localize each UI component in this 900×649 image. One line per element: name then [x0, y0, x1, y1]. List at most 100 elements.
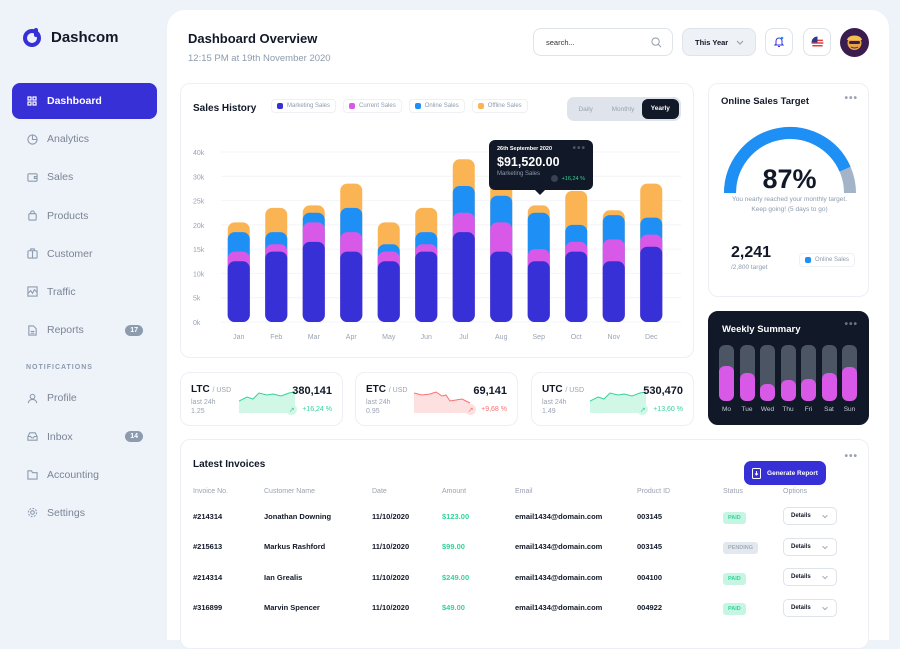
weekly-bar-wed[interactable]	[760, 384, 775, 401]
more-icon[interactable]: •••	[844, 320, 858, 330]
details-label: Details	[791, 513, 811, 520]
online-sales-target-card: Online Sales Target ••• 87% You nearly r…	[708, 83, 869, 297]
details-dropdown[interactable]: Details	[783, 568, 837, 587]
bar-marketing-sales-aug[interactable]	[490, 251, 513, 322]
sidebar-item-traffic[interactable]: Traffic	[12, 274, 157, 310]
bar-marketing-sales-sep[interactable]	[527, 261, 550, 322]
bar-marketing-sales-feb[interactable]	[265, 251, 288, 322]
y-tick-label: 0k	[193, 320, 201, 327]
weekly-bar-fri[interactable]	[801, 378, 816, 401]
target-value: 2,241	[731, 244, 772, 261]
sidebar-item-analytics[interactable]: Analytics	[12, 121, 157, 157]
target-percent: 87%	[762, 164, 817, 194]
sidebar: Dashcom Dashboard Analytics Sales Produc…	[0, 0, 168, 628]
table-row[interactable]: #316899 Marvin Spencer 11/10/2020 $49.00…	[193, 593, 853, 624]
ticker-period: last 24h	[366, 399, 391, 406]
weekly-bar-track	[842, 345, 857, 401]
y-tick-label: 10k	[193, 271, 205, 278]
generate-report-button[interactable]: Generate Report	[744, 461, 826, 485]
customer-name: Marvin Spencer	[264, 603, 320, 613]
document-icon	[26, 324, 38, 336]
bar-marketing-sales-jul[interactable]	[452, 232, 475, 322]
invoice-date: 11/10/2020	[372, 572, 410, 582]
column-header[interactable]: Customer Name	[264, 481, 372, 501]
tooltip-change-value: +16,24 %	[561, 175, 585, 182]
y-tick-label: 20k	[193, 223, 205, 230]
more-icon[interactable]: •••	[844, 452, 858, 462]
weekly-bar-sun[interactable]	[842, 367, 857, 401]
ticker-change: ↗ +16,24 %	[286, 404, 332, 415]
sidebar-item-profile[interactable]: Profile	[12, 380, 157, 416]
search-input[interactable]: search...	[533, 28, 673, 56]
details-dropdown[interactable]: Details	[783, 537, 837, 556]
sidebar-item-customer[interactable]: Customer	[12, 236, 157, 272]
main-panel: Dashboard Overview 12:15 PM at 19th Nove…	[167, 10, 889, 649]
weekly-bar-track	[801, 345, 816, 401]
bar-marketing-sales-may[interactable]	[377, 261, 400, 322]
table-row[interactable]: #214314 Ian Grealis 11/10/2020 $249.00 e…	[193, 562, 853, 593]
weekly-title: Weekly Summary	[722, 324, 801, 335]
invoices-table: Invoice No. Customer Name Date Amount Email P…	[193, 481, 853, 623]
sidebar-item-settings[interactable]: Settings	[12, 495, 157, 531]
bar-marketing-sales-nov[interactable]	[602, 261, 625, 322]
weekly-bar-track	[821, 345, 837, 401]
ticker-rate: 0.95	[366, 408, 380, 415]
invoice-date: 11/10/2020	[372, 511, 410, 521]
table-row[interactable]: #214314 Jonathan Downing 11/10/2020 $123…	[193, 501, 853, 532]
column-header[interactable]: Product ID	[637, 481, 723, 501]
sidebar-item-inbox[interactable]: Inbox 14	[12, 419, 157, 455]
ticker-symbol: ETC / USD	[366, 384, 408, 395]
column-header[interactable]: Email	[515, 481, 637, 501]
avatar[interactable]	[840, 28, 869, 57]
more-icon[interactable]: •••	[844, 94, 858, 104]
product-id: 004922	[637, 603, 663, 613]
trend-arrow-icon: ↗	[637, 404, 649, 415]
weekly-bar-sat[interactable]	[821, 373, 837, 401]
ticker-value: 69,141	[473, 385, 507, 397]
period-select[interactable]: This Year	[682, 28, 756, 56]
trend-arrow-icon: ↗	[465, 404, 477, 415]
ticker-card-ltc[interactable]: LTC / USD last 24h 1.25 380,141 ↗ +16,24 …	[180, 372, 343, 426]
ticker-change-value: +9,68 %	[481, 406, 507, 413]
bar-marketing-sales-oct[interactable]	[565, 251, 588, 322]
search-icon	[651, 37, 662, 48]
details-dropdown[interactable]: Details	[783, 598, 837, 617]
sidebar-item-reports[interactable]: Reports 17	[12, 312, 157, 348]
sidebar-item-dashboard[interactable]: Dashboard	[12, 83, 157, 119]
sidebar-item-label: Sales	[47, 171, 74, 184]
bar-marketing-sales-mar[interactable]	[302, 241, 325, 322]
bar-marketing-sales-jan[interactable]	[227, 261, 250, 322]
column-header[interactable]: Invoice No.	[193, 481, 264, 501]
sidebar-item-sales[interactable]: Sales	[12, 159, 157, 195]
bar-marketing-sales-apr[interactable]	[340, 251, 363, 322]
x-tick-label: Mar	[308, 334, 321, 341]
table-row[interactable]: #215613 Markus Rashford 11/10/2020 $99.0…	[193, 532, 853, 563]
ticker-symbol: LTC / USD	[191, 384, 232, 395]
weekly-bar-thu[interactable]	[780, 379, 796, 401]
generate-report-label: Generate Report	[767, 469, 818, 477]
y-tick-label: 5k	[193, 296, 201, 303]
invoice-number: #316899	[193, 603, 223, 613]
details-dropdown[interactable]: Details	[783, 507, 837, 526]
column-header[interactable]: Amount	[442, 481, 515, 501]
sidebar-item-accounting[interactable]: Accounting	[12, 457, 157, 493]
sidebar-item-products[interactable]: Products	[12, 198, 157, 234]
ticker-card-utc[interactable]: UTC / USD last 24h 1.49 530,470 ↗ +13,60 …	[531, 372, 694, 426]
bar-marketing-sales-dec[interactable]	[640, 246, 663, 322]
ticker-card-etc[interactable]: ETC / USD last 24h 0.95 69,141 ↗ +9,68 %	[355, 372, 518, 426]
more-icon[interactable]: •••	[572, 144, 586, 154]
period-value: This Year	[695, 37, 729, 47]
language-button[interactable]	[803, 28, 831, 56]
tooltip-value: $91,520.00	[497, 155, 560, 169]
target-message: You nearly reached your monthly target. …	[731, 196, 848, 213]
customer-email: email1434@domain.com	[515, 572, 603, 582]
logo[interactable]: Dashcom	[22, 27, 119, 47]
column-header[interactable]: Date	[372, 481, 442, 501]
notifications-button[interactable]	[765, 28, 793, 56]
x-tick-label: Jul	[459, 334, 468, 341]
logo-icon	[23, 28, 41, 47]
weekly-bar-mo[interactable]	[719, 366, 734, 401]
weekly-day-label: Sun	[843, 406, 856, 413]
bar-marketing-sales-jun[interactable]	[415, 251, 438, 322]
weekly-bar-tue[interactable]	[739, 373, 755, 401]
